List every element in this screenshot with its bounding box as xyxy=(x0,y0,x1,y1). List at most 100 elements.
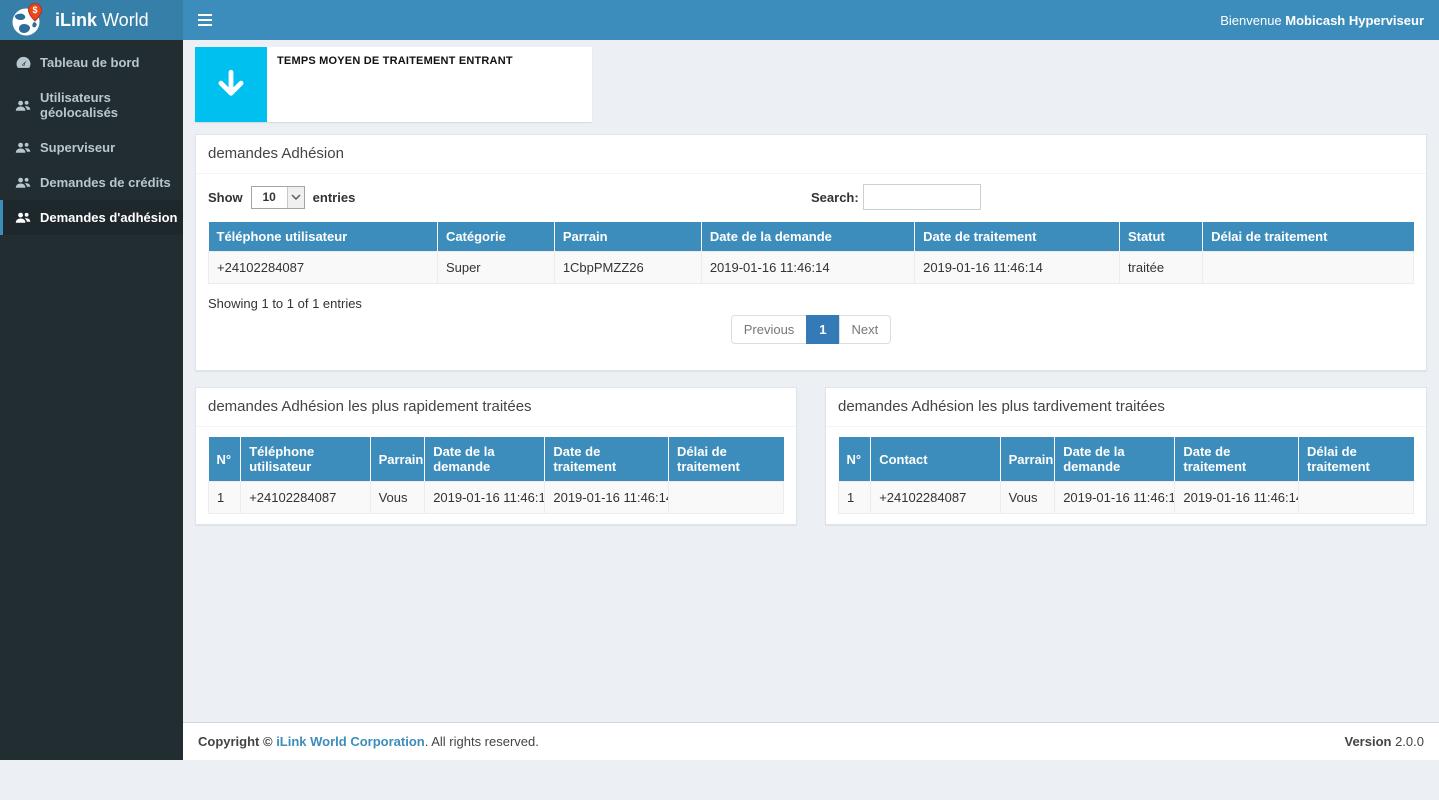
column-header[interactable]: Date de la demande xyxy=(1055,437,1175,482)
column-header[interactable]: N° xyxy=(839,437,871,482)
table-cell: +24102284087 xyxy=(871,482,1000,514)
column-header[interactable]: Délai de traitement xyxy=(668,437,783,482)
pagination: Previous 1 Next xyxy=(208,315,1414,344)
sidebar-item-label: Tableau de bord xyxy=(40,55,139,70)
sidebar-item-label: Superviseur xyxy=(40,140,115,155)
table-cell: 2019-01-16 11:46:14 xyxy=(701,252,914,284)
brand-title: iLink World xyxy=(55,10,149,31)
panel-title: demandes Adhésion les plus rapidement tr… xyxy=(208,398,532,415)
column-header[interactable]: Délai de traitement xyxy=(1203,222,1414,252)
table-cell: 1 xyxy=(209,482,241,514)
table-cell: Vous xyxy=(1000,482,1055,514)
company-link[interactable]: iLink World Corporation xyxy=(276,734,425,749)
chevron-down-icon xyxy=(287,187,304,208)
navbar: Bienvenue Mobicash Hyperviseur xyxy=(183,0,1439,40)
column-header[interactable]: Délai de traitement xyxy=(1298,437,1413,482)
svg-text:$: $ xyxy=(32,5,37,15)
page-length-control: Show 10 entries xyxy=(208,186,811,209)
table-header-row: N°ContactParrainDate de la demandeDate d… xyxy=(839,437,1414,482)
table-cell: +24102284087 xyxy=(241,482,370,514)
panel-header: demandes Adhésion les plus rapidement tr… xyxy=(196,388,796,427)
column-header[interactable]: Contact xyxy=(871,437,1000,482)
search-label: Search: xyxy=(811,190,859,205)
sidebar-item-utilisateurs-geolocalises[interactable]: Utilisateurs géolocalisés xyxy=(0,80,183,130)
panel-demandes-adhesion: demandes Adhésion Show 10 entries xyxy=(195,134,1427,371)
content-area: TEMPS MOYEN DE TRAITEMENT ENTRANT demand… xyxy=(183,40,1439,722)
sidebar-item-label: Utilisateurs géolocalisés xyxy=(40,90,178,120)
sidebar-item-label: Demandes de crédits xyxy=(40,175,171,190)
table-cell xyxy=(668,482,783,514)
entries-label: entries xyxy=(313,190,356,205)
panel-title: demandes Adhésion les plus tardivement t… xyxy=(838,398,1165,415)
users-icon xyxy=(15,99,31,112)
table-row: +24102284087Super1CbpPMZZ262019-01-16 11… xyxy=(209,252,1414,284)
table-cell: +24102284087 xyxy=(209,252,438,284)
welcome-text: Bienvenue Mobicash Hyperviseur xyxy=(1220,13,1439,28)
rapidement-traitees-table: N°Téléphone utilisateurParrainDate de la… xyxy=(208,437,784,514)
users-icon xyxy=(15,141,31,154)
tardivement-traitees-table: N°ContactParrainDate de la demandeDate d… xyxy=(838,437,1414,514)
table-cell xyxy=(1203,252,1414,284)
sidebar: Tableau de bord Utilisateurs géolocalisé… xyxy=(0,40,183,760)
table-header-row: Téléphone utilisateurCatégorieParrainDat… xyxy=(209,222,1414,252)
page-1-button[interactable]: 1 xyxy=(806,315,839,344)
panel-header: demandes Adhésion les plus tardivement t… xyxy=(826,388,1426,427)
sidebar-toggle-button[interactable] xyxy=(183,0,227,40)
table-header-row: N°Téléphone utilisateurParrainDate de la… xyxy=(209,437,784,482)
table-cell: 2019-01-16 11:46:14 xyxy=(425,482,545,514)
info-box-temps-moyen: TEMPS MOYEN DE TRAITEMENT ENTRANT xyxy=(195,47,592,122)
column-header[interactable]: Téléphone utilisateur xyxy=(241,437,370,482)
showing-entries-text: Showing 1 to 1 of 1 entries xyxy=(208,296,1414,311)
column-header[interactable]: Parrain xyxy=(554,222,701,252)
table-cell: 2019-01-16 11:46:14 xyxy=(915,252,1120,284)
previous-page-button[interactable]: Previous xyxy=(731,315,808,344)
footer: Copyright © iLink World Corporation. All… xyxy=(183,722,1439,760)
table-cell: 2019-01-16 11:46:14 xyxy=(1175,482,1299,514)
brand-logo[interactable]: $ iLink World xyxy=(0,0,183,40)
table-cell: Vous xyxy=(370,482,425,514)
column-header[interactable]: Date de la demande xyxy=(425,437,545,482)
column-header[interactable]: Parrain xyxy=(370,437,425,482)
column-header[interactable]: N° xyxy=(209,437,241,482)
panel-title: demandes Adhésion xyxy=(208,145,344,162)
dashboard-icon xyxy=(15,56,31,69)
demandes-adhesion-table: Téléphone utilisateurCatégorieParrainDat… xyxy=(208,222,1414,284)
globe-pin-logo-icon: $ xyxy=(10,2,46,39)
table-cell: Super xyxy=(437,252,554,284)
column-header[interactable]: Téléphone utilisateur xyxy=(209,222,438,252)
sidebar-item-tableau-de-bord[interactable]: Tableau de bord xyxy=(0,45,183,80)
sidebar-item-label: Demandes d'adhésion xyxy=(40,210,177,225)
column-header[interactable]: Date de traitement xyxy=(545,437,669,482)
users-icon xyxy=(15,176,31,189)
column-header[interactable]: Parrain xyxy=(1000,437,1055,482)
copyright-text: Copyright © iLink World Corporation. All… xyxy=(198,734,539,749)
top-navbar: $ iLink World Bienvenue Mobicash Hypervi… xyxy=(0,0,1439,40)
table-cell: 2019-01-16 11:46:14 xyxy=(1055,482,1175,514)
table-cell: 1 xyxy=(839,482,871,514)
panel-tardivement-traitees: demandes Adhésion les plus tardivement t… xyxy=(825,387,1427,525)
table-row: 1+24102284087Vous2019-01-16 11:46:142019… xyxy=(839,482,1414,514)
version-text: Version 2.0.0 xyxy=(1345,734,1425,749)
panel-header: demandes Adhésion xyxy=(196,135,1426,174)
table-cell xyxy=(1298,482,1413,514)
sidebar-item-demandes-de-credits[interactable]: Demandes de crédits xyxy=(0,165,183,200)
search-input[interactable] xyxy=(863,184,981,210)
column-header[interactable]: Date de la demande xyxy=(701,222,914,252)
column-header[interactable]: Catégorie xyxy=(437,222,554,252)
panel-rapidement-traitees: demandes Adhésion les plus rapidement tr… xyxy=(195,387,797,525)
column-header[interactable]: Date de traitement xyxy=(1175,437,1299,482)
next-page-button[interactable]: Next xyxy=(839,315,892,344)
table-row: 1+24102284087Vous2019-01-16 11:46:142019… xyxy=(209,482,784,514)
info-box-title: TEMPS MOYEN DE TRAITEMENT ENTRANT xyxy=(277,55,513,67)
sidebar-item-superviseur[interactable]: Superviseur xyxy=(0,130,183,165)
column-header[interactable]: Statut xyxy=(1119,222,1202,252)
page-length-select[interactable]: 10 xyxy=(251,186,305,209)
arrow-down-icon xyxy=(195,47,267,122)
sidebar-item-demandes-adhesion[interactable]: Demandes d'adhésion xyxy=(0,200,183,235)
column-header[interactable]: Date de traitement xyxy=(915,222,1120,252)
table-cell: traitée xyxy=(1119,252,1202,284)
table-cell: 1CbpPMZZ26 xyxy=(554,252,701,284)
table-cell: 2019-01-16 11:46:14 xyxy=(545,482,669,514)
users-icon xyxy=(15,211,31,224)
search-control: Search: xyxy=(811,184,1414,210)
